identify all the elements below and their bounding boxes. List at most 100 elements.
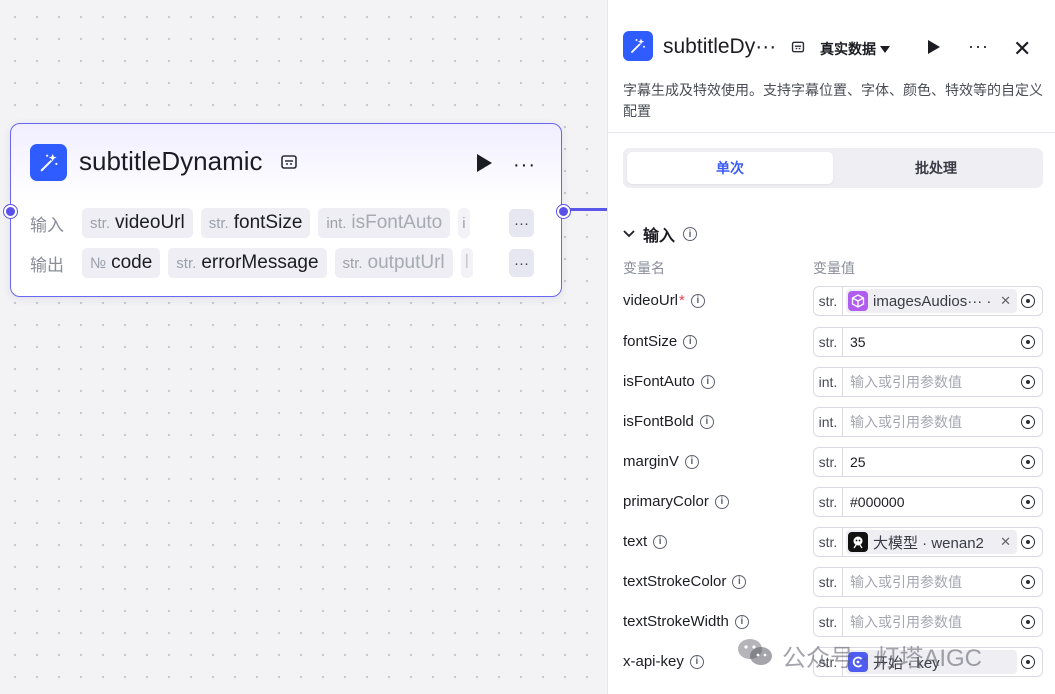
param-name: x-api-key i bbox=[623, 653, 704, 670]
tab-single[interactable]: 单次 bbox=[627, 152, 833, 184]
param-placeholder[interactable]: 输入或引用参数值 bbox=[843, 572, 1021, 592]
reference-tag[interactable]: 大模型 · wenan2 ✕ bbox=[846, 530, 1017, 554]
type-label: int. bbox=[814, 408, 843, 436]
param-name: fontSize i bbox=[623, 333, 698, 350]
type-label: str. bbox=[814, 488, 843, 516]
param-input[interactable]: str. 大模型 · wenan2 ✕ bbox=[813, 527, 1043, 557]
param-input[interactable]: str. #000000 bbox=[813, 487, 1043, 517]
inputs-more-button[interactable]: ··· bbox=[509, 209, 534, 237]
param-placeholder[interactable]: 输入或引用参数值 bbox=[843, 372, 1021, 392]
reference-picker-icon[interactable] bbox=[1021, 495, 1035, 509]
param-name: text i bbox=[623, 533, 668, 550]
input-section-header[interactable]: 输入 i bbox=[623, 222, 698, 246]
outputs-more-button[interactable]: ··· bbox=[509, 249, 534, 277]
data-mode-dropdown[interactable]: 真实数据 bbox=[820, 39, 890, 59]
node-title: subtitleDynamic bbox=[79, 146, 263, 176]
param-row-textStrokeWidth: textStrokeWidth i str. 输入或引用参数值 bbox=[623, 607, 1043, 637]
more-icon[interactable]: ··· bbox=[968, 36, 989, 57]
node-output-row: 输出 № code str. errorMessage str. outputUrl … bbox=[30, 248, 473, 278]
caret-down-icon bbox=[880, 41, 890, 57]
type-label: str. bbox=[814, 328, 843, 356]
run-icon[interactable] bbox=[474, 152, 494, 179]
param-placeholder[interactable]: 输入或引用参数值 bbox=[843, 612, 1021, 632]
type-label: str. bbox=[814, 287, 843, 315]
section-title: 输入 bbox=[643, 228, 676, 245]
param-input[interactable]: str. imagesAudios··· · ✕ bbox=[813, 286, 1043, 316]
param-row-videoUrl: videoUrl * i str. imagesAudios··· · ✕ bbox=[623, 286, 1043, 316]
type-label: str. bbox=[814, 528, 843, 556]
param-name: primaryColor i bbox=[623, 493, 729, 510]
param-input[interactable]: int. 输入或引用参数值 bbox=[813, 367, 1043, 397]
watermark: 公众号 · 灯塔AIGC bbox=[736, 637, 982, 674]
type-label: str. bbox=[814, 568, 843, 596]
reference-picker-icon[interactable] bbox=[1021, 415, 1035, 429]
more-icon[interactable]: ··· bbox=[513, 154, 536, 177]
wechat-icon bbox=[736, 637, 774, 674]
info-icon: i bbox=[714, 494, 729, 509]
reference-picker-icon[interactable] bbox=[1021, 615, 1035, 629]
param-placeholder[interactable]: 输入或引用参数值 bbox=[843, 412, 1021, 432]
param-value[interactable]: #000000 bbox=[843, 494, 1021, 510]
param-row-fontSize: fontSize i str. 35 bbox=[623, 327, 1043, 357]
param-row-marginV: marginV i str. 25 bbox=[623, 447, 1043, 477]
reference-picker-icon[interactable] bbox=[1021, 294, 1035, 308]
reference-picker-icon[interactable] bbox=[1021, 575, 1035, 589]
param-input[interactable]: str. 输入或引用参数值 bbox=[813, 567, 1043, 597]
magic-wand-icon bbox=[30, 144, 67, 181]
param-input[interactable]: int. 输入或引用参数值 bbox=[813, 407, 1043, 437]
type-label: int. bbox=[814, 368, 843, 396]
reference-picker-icon[interactable] bbox=[1021, 455, 1035, 469]
remove-reference-icon[interactable]: ✕ bbox=[1000, 293, 1011, 309]
param-input[interactable]: str. 35 bbox=[813, 327, 1043, 357]
info-icon: i bbox=[653, 534, 668, 549]
param-value[interactable]: 35 bbox=[843, 334, 1021, 350]
divider bbox=[608, 132, 1055, 133]
output-chip: str. errorMessage bbox=[168, 248, 327, 278]
output-label: 输出 bbox=[30, 255, 64, 275]
chevron-down-icon bbox=[623, 225, 635, 243]
remove-reference-icon[interactable]: ✕ bbox=[1000, 534, 1011, 550]
magic-wand-icon bbox=[623, 31, 653, 61]
param-row-isFontAuto: isFontAuto i int. 输入或引用参数值 bbox=[623, 367, 1043, 397]
param-row-text: text i str. 大模型 · wenan2 ✕ bbox=[623, 527, 1043, 557]
data-mode-label: 真实数据 bbox=[820, 41, 876, 57]
output-chip: str. outputUrl bbox=[334, 248, 453, 278]
tab-batch[interactable]: 批处理 bbox=[833, 152, 1039, 184]
param-name: textStrokeColor i bbox=[623, 573, 747, 590]
watermark-text: 公众号 · 灯塔AIGC bbox=[782, 645, 983, 672]
reference-picker-icon[interactable] bbox=[1021, 375, 1035, 389]
reference-picker-icon[interactable] bbox=[1021, 335, 1035, 349]
param-input[interactable]: str. 输入或引用参数值 bbox=[813, 607, 1043, 637]
param-row-primaryColor: primaryColor i str. #000000 bbox=[623, 487, 1043, 517]
info-icon: i bbox=[700, 374, 715, 389]
run-icon[interactable] bbox=[927, 39, 941, 60]
input-chip: str. videoUrl bbox=[82, 208, 193, 238]
input-label: 输入 bbox=[30, 215, 64, 235]
reference-picker-icon[interactable] bbox=[1021, 535, 1035, 549]
input-port-dot[interactable] bbox=[4, 205, 17, 218]
info-icon: i bbox=[683, 334, 698, 349]
info-icon: i bbox=[732, 574, 747, 589]
plugin-node[interactable]: subtitleDynamic ··· 输入 str. videoUrl str.… bbox=[10, 123, 562, 297]
reference-picker-icon[interactable] bbox=[1021, 655, 1035, 669]
param-input[interactable]: str. 25 bbox=[813, 447, 1043, 477]
info-icon: i bbox=[683, 227, 698, 241]
param-name: marginV i bbox=[623, 453, 699, 470]
connection-edge bbox=[568, 208, 608, 211]
output-port-dot[interactable] bbox=[557, 205, 570, 218]
info-icon: i bbox=[690, 293, 705, 308]
node-settings-panel: subtitleDy··· 真实数据 ··· ✕ 字幕生成及特效使用。支持字幕位… bbox=[607, 0, 1055, 694]
panel-description: 字幕生成及特效使用。支持字幕位置、字体、颜色、特效等的自定义配置 bbox=[623, 82, 1043, 119]
reference-tag[interactable]: imagesAudios··· · ✕ bbox=[846, 289, 1017, 313]
node-input-row: 输入 str. videoUrl str. fontSize int. isFontA… bbox=[30, 208, 470, 238]
close-icon[interactable]: ✕ bbox=[1013, 36, 1031, 62]
param-name: isFontBold i bbox=[623, 413, 714, 430]
param-name: isFontAuto i bbox=[623, 373, 715, 390]
output-chip: № code bbox=[82, 248, 161, 278]
param-name: videoUrl * i bbox=[623, 292, 705, 309]
cube-icon bbox=[848, 291, 868, 311]
run-mode-tabs: 单次 批处理 bbox=[623, 148, 1043, 188]
param-value[interactable]: 25 bbox=[843, 454, 1021, 470]
info-icon: i bbox=[699, 414, 714, 429]
output-chip: l bbox=[460, 248, 473, 278]
